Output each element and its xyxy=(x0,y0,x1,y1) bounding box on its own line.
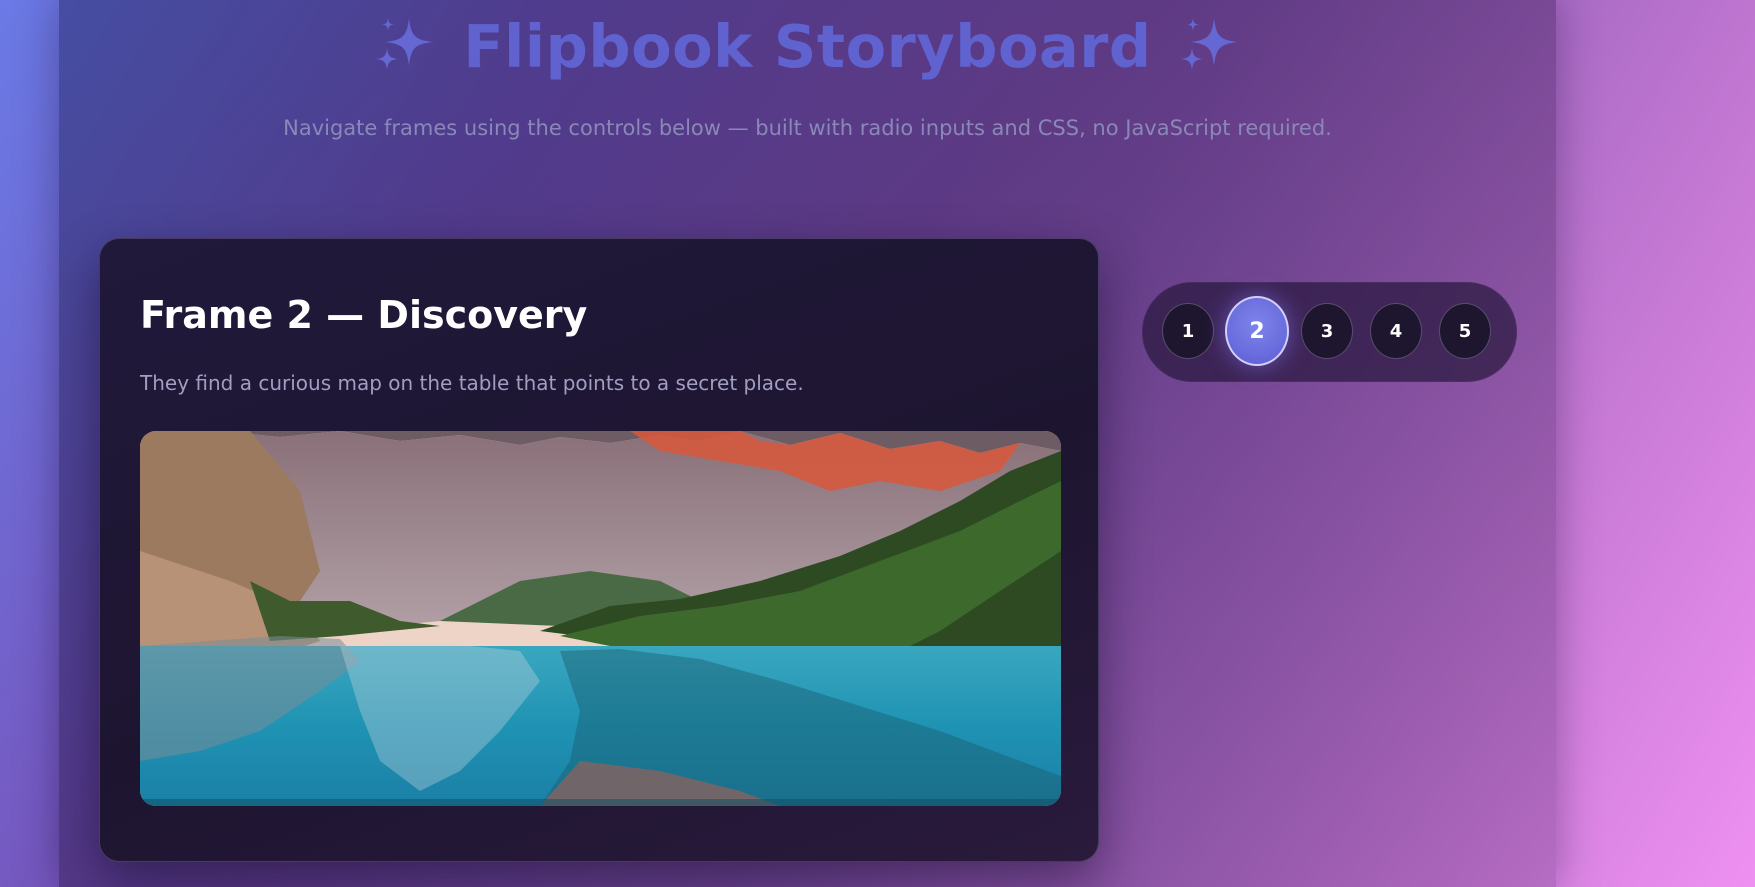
mountain-lake-image xyxy=(140,431,1061,806)
frame-4-button[interactable]: 4 xyxy=(1370,303,1422,359)
frame-description: They find a curious map on the table tha… xyxy=(140,371,804,395)
frame-2-button[interactable]: 2 xyxy=(1225,296,1289,366)
frame-1-button[interactable]: 1 xyxy=(1162,303,1214,359)
frame-image xyxy=(140,431,1061,806)
frame-5-button[interactable]: 5 xyxy=(1439,303,1491,359)
sparkles-icon xyxy=(1180,18,1238,70)
frame-title: Frame 2 — Discovery xyxy=(140,293,588,337)
frame-card: Frame 2 — Discovery They find a curious … xyxy=(99,238,1099,862)
page-subtitle: Navigate frames using the controls below… xyxy=(283,116,1332,140)
page-container: Flipbook Storyboard Navigate frames usin… xyxy=(59,0,1556,887)
frame-3-button[interactable]: 3 xyxy=(1301,303,1353,359)
frame-navigation: 1 2 3 4 5 xyxy=(1142,282,1517,382)
header: Flipbook Storyboard xyxy=(59,6,1556,86)
page-title: Flipbook Storyboard xyxy=(463,11,1152,81)
sparkles-icon xyxy=(376,18,434,70)
